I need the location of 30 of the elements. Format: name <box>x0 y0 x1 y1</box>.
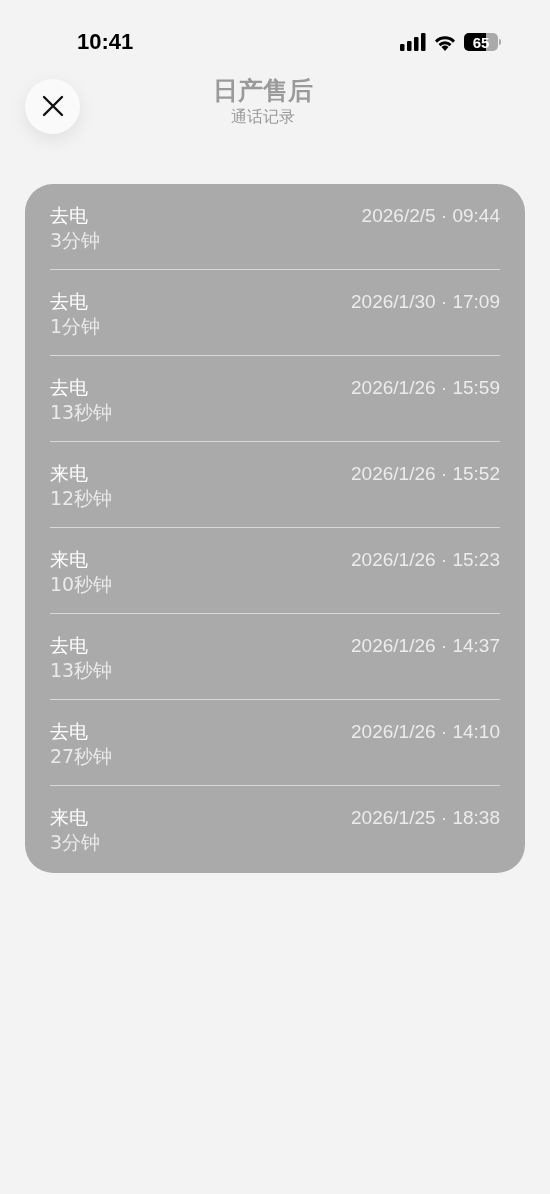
call-datetime: 2026/1/26 · 14:10 <box>351 720 500 744</box>
header-title: 日产售后 <box>212 75 313 107</box>
call-type: 来电 <box>50 805 89 830</box>
call-type: 来电 <box>50 461 89 486</box>
call-duration: 27秒钟 <box>50 744 113 769</box>
call-duration: 10秒钟 <box>50 572 113 597</box>
call-datetime: 2026/1/26 · 14:37 <box>351 634 500 658</box>
call-datetime: 2026/2/5 · 09:44 <box>361 204 500 228</box>
call-type: 来电 <box>50 547 89 572</box>
call-duration: 12秒钟 <box>50 486 113 511</box>
call-datetime: 2026/1/26 · 15:23 <box>351 548 500 572</box>
close-icon <box>41 95 64 117</box>
call-datetime: 2026/1/25 · 18:38 <box>351 806 500 830</box>
call-duration: 1分钟 <box>50 314 101 339</box>
header-subtitle: 通话记录 <box>230 107 295 128</box>
call-duration: 3分钟 <box>50 830 101 855</box>
call-type: 去电 <box>50 375 89 400</box>
call-type: 去电 <box>50 203 89 228</box>
call-type: 去电 <box>50 719 89 744</box>
call-duration: 13秒钟 <box>50 400 113 425</box>
call-duration: 3分钟 <box>50 228 101 253</box>
call-type: 去电 <box>50 633 89 658</box>
call-datetime: 2026/1/26 · 15:52 <box>351 462 500 486</box>
signal-icon <box>400 33 426 51</box>
call-duration: 13秒钟 <box>50 658 113 683</box>
call-datetime: 2026/1/30 · 17:09 <box>351 290 500 314</box>
call-datetime: 2026/1/26 · 15:59 <box>351 376 500 400</box>
wifi-icon <box>433 33 457 51</box>
call-type: 去电 <box>50 289 89 314</box>
status-time: 10:41 <box>77 29 134 55</box>
